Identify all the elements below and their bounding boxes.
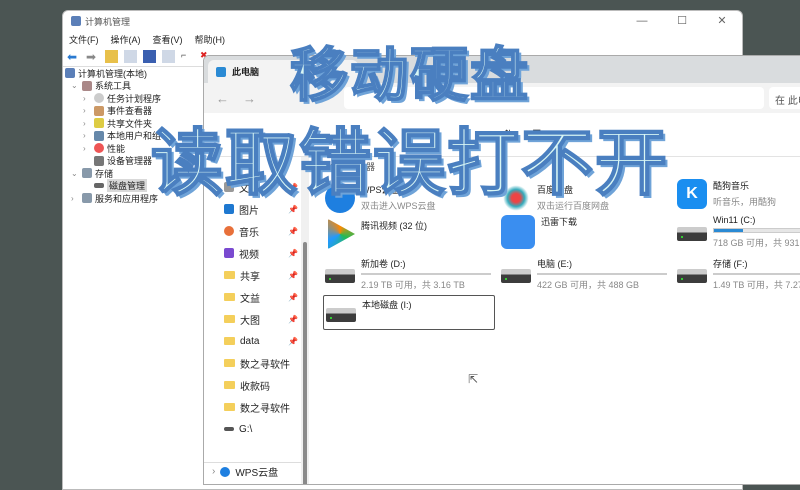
drive-icon [677,227,707,241]
usage-bar [713,228,800,233]
minimize-button[interactable]: — [622,11,662,31]
nav-item[interactable]: 大图 📌 [204,308,301,330]
tencent-video-icon [328,219,355,249]
app-wps[interactable]: WPS云盘 双击进入WPS云盘 [325,183,497,217]
nav-item[interactable]: 文益 📌 [204,286,301,308]
forward-icon[interactable]: ➡ [86,50,99,64]
usage-bar [713,273,800,275]
nav-item[interactable]: 数之寻软件 [204,352,301,374]
computer-management-icon [71,16,81,26]
baidu-netdisk-icon [501,183,531,213]
app-xunlei[interactable]: 迅雷下载 [501,215,673,249]
nav-item-wps[interactable]: › WPS云盘 [204,462,301,480]
app-tencent-video[interactable]: 腾讯视频 (32 位) [325,219,497,253]
menu-help[interactable]: 帮助(H) [195,33,226,46]
usage-bar [537,273,667,275]
menu-bar: 文件(F) 操作(A) 查看(V) 帮助(H) [63,31,742,47]
drive-i-selected[interactable]: 本地磁盘 (I:) [323,295,495,330]
command-bar: ⇅ ☰ ··· [204,113,800,157]
wps-cloud-icon [325,183,355,213]
navigation-pane: 文档 📌 图片 📌 音乐 📌 视频 📌 共享 📌 文益 📌 大图 📌 data 📌 数之寻软件 … [204,157,301,484]
section-header: 设备和驱动器 [321,162,376,172]
address-bar[interactable] [344,87,764,109]
drive-d[interactable]: 新加卷 (D:) 2.19 TB 可用，共 3.16 TB [325,257,497,291]
kugou-icon: K [677,179,707,209]
window-title: 计算机管理 [85,16,131,27]
nav-item[interactable]: 音乐 📌 [204,220,301,242]
nav-item[interactable]: data 📌 [204,330,301,352]
panel-icon[interactable] [162,50,175,63]
monitor-icon [216,66,226,77]
help-icon[interactable] [143,50,156,63]
maximize-button[interactable]: ☐ [662,11,702,31]
nav-item[interactable]: 视频 📌 [204,242,301,264]
back-arrow-icon[interactable]: ← [216,91,229,106]
nav-item[interactable]: G:\ [204,418,301,440]
mouse-cursor-icon: ⇱ [468,372,479,386]
app-baidu[interactable]: 百度网盘 双击运行百度网盘 [501,183,673,217]
nav-item[interactable]: 文档 📌 [204,176,301,198]
usage-bar [361,273,491,275]
back-icon[interactable]: ⬅ [67,50,80,64]
connect-icon[interactable]: ⌐ [181,50,194,63]
menu-action[interactable]: 操作(A) [111,33,141,46]
drive-f[interactable]: 存储 (F:)1.49 TB 可用，共 7.27 TB [677,257,800,291]
console-icon[interactable] [124,50,137,63]
nav-item[interactable]: 共享 📌 [204,264,301,286]
tab-this-pc[interactable]: 此电脑 [208,60,358,83]
forward-arrow-icon[interactable]: → [243,91,256,106]
drive-e[interactable]: 电脑 (E:) 422 GB 可用，共 488 GB [501,257,673,291]
nav-item[interactable]: 收款码 [204,374,301,396]
view-icon[interactable]: ☰ [532,129,541,140]
file-explorer-window: 此电脑 ← → 在 此电 ⇅ ☰ ··· 文档📌 图片📌 音乐📌 视频📌 共享📌 文益… [203,55,800,485]
drive-icon [326,308,356,322]
xunlei-icon [501,215,535,249]
app-kugou[interactable]: K 酷狗音乐 听音乐，用酷狗 [677,179,800,213]
sort-icon[interactable]: ⇅ [504,129,512,140]
close-button[interactable]: ✕ [702,11,742,31]
menu-view[interactable]: 查看(V) [153,33,183,46]
drive-icon [325,269,355,283]
nav-item[interactable]: 图片 📌 [204,198,301,220]
drives-view: 设备和驱动器 WPS云盘 双击进入WPS云盘 百度网盘 双击运行百度网盘 K 酷狗音乐… [311,157,800,484]
search-input[interactable]: 在 此电 [769,87,800,109]
drive-c[interactable]: Win11 (C:)718 GB 可用，共 931 GB [677,215,800,249]
more-icon[interactable]: ··· [561,129,571,140]
menu-file[interactable]: 文件(F) [69,33,99,46]
nav-item[interactable]: 数之寻软件 [204,396,301,418]
nav-scrollbar[interactable] [301,157,309,484]
up-folder-icon[interactable] [105,50,118,63]
drive-icon [677,269,707,283]
drive-icon [501,269,531,283]
